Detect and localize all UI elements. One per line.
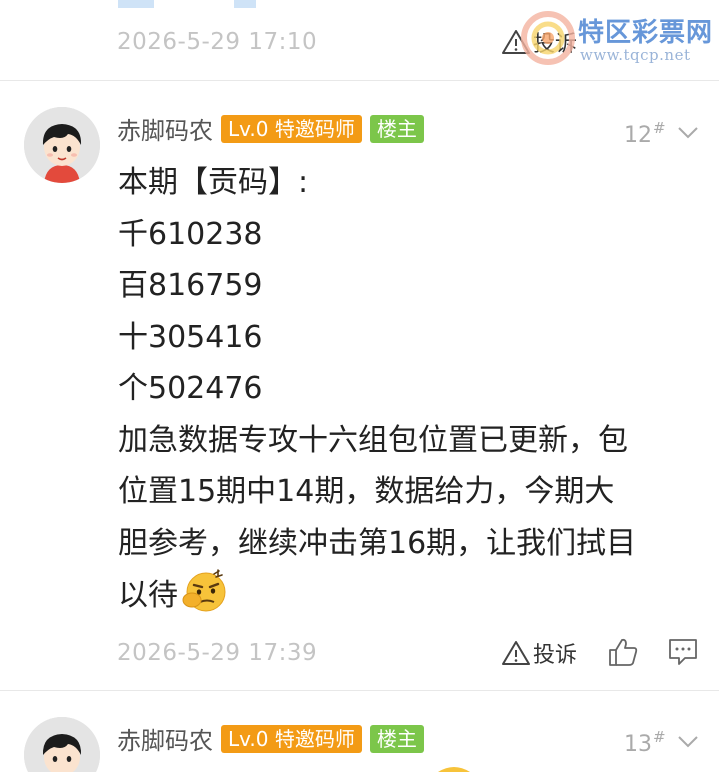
post-header: 赤脚码农 Lv.0 特邀码师 楼主 — [117, 111, 424, 146]
post-actions: 投诉 — [501, 637, 577, 669]
owner-badge: 楼主 — [369, 724, 424, 753]
prev-post-timestamp: 2026-5-29 17:10 — [117, 29, 318, 55]
divider — [0, 80, 719, 81]
owner-badge: 楼主 — [369, 114, 424, 143]
content-line: 本期【贡码】: — [118, 165, 309, 200]
avatar-cartoon-boy-icon — [24, 107, 100, 183]
content-line: 百816759 — [118, 268, 263, 303]
chevron-down-icon[interactable] — [676, 734, 700, 750]
avatar[interactable] — [24, 717, 100, 772]
post-header: 赤脚码农 Lv.0 特邀码师 楼主 — [117, 721, 424, 756]
post-content: 本期【贡码】: 千610238 百816759 十305416 个502476 … — [118, 157, 708, 622]
username[interactable]: 赤脚码农 — [117, 721, 213, 756]
chevron-down-icon[interactable] — [676, 125, 700, 141]
thumbs-up-icon[interactable] — [607, 636, 639, 668]
username[interactable]: 赤脚码农 — [117, 111, 213, 146]
level-badge: Lv.0 特邀码师 — [221, 114, 362, 143]
floor-number-value: 13 — [624, 732, 652, 757]
floor-number-value: 12 — [624, 123, 652, 148]
content-line: 十305416 — [118, 319, 263, 355]
watermark-url: www.tqcp.net — [580, 46, 691, 64]
comment-bubble-icon[interactable] — [667, 636, 699, 668]
content-line: 以待 — [118, 578, 178, 613]
content-line-last: 以待 — [118, 569, 708, 622]
content-line: 胆参考，继续冲击第16期，让我们拭目 — [118, 525, 637, 561]
content-line: 个502476 — [118, 371, 263, 406]
avatar[interactable] — [24, 107, 100, 183]
report-label: 投诉 — [533, 643, 578, 668]
level-badge: Lv.0 特邀码师 — [221, 724, 362, 753]
divider — [0, 690, 719, 691]
watermark-title: 特区彩票网 — [578, 18, 714, 48]
floor-suffix: # — [653, 728, 666, 746]
report-button[interactable]: 投诉 — [501, 637, 577, 669]
post-timestamp: 2026-5-29 17:39 — [117, 640, 318, 666]
content-line: 位置15期中14期，数据给力，今期大 — [118, 474, 615, 509]
prev-thumb-strip — [118, 0, 258, 8]
warning-triangle-icon — [502, 641, 530, 665]
watermark-logo-icon — [521, 11, 575, 65]
thinking-emoji-icon — [182, 569, 226, 612]
site-watermark: 特区彩票网 www.tqcp.net — [516, 8, 716, 68]
content-line: 加急数据专攻十六组包位置已更新，包 — [118, 422, 628, 458]
avatar-cartoon-boy-icon — [24, 717, 100, 772]
floor-suffix: # — [653, 119, 666, 137]
floor-number[interactable]: 13 # — [624, 728, 700, 757]
floor-number[interactable]: 12 # — [624, 119, 700, 148]
emoji-partial-icon — [438, 767, 470, 772]
content-line: 千610238 — [118, 216, 263, 252]
